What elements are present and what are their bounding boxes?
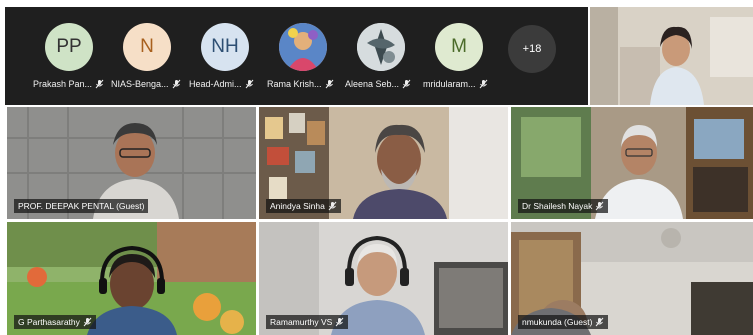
participant-item[interactable]: Aleena Seb... [343,7,421,105]
video-tile[interactable]: Dr Shailesh Nayak [511,107,753,219]
video-tile[interactable]: Anindya Sinha [259,107,508,219]
participant-name-label: G Parthasarathy [14,315,96,329]
mic-off-icon [83,317,92,327]
mic-off-icon [95,79,104,89]
participant-name: NIAS-Benga... [111,79,169,89]
mic-off-icon [595,201,604,211]
video-tile[interactable]: PROF. DEEPAK PENTAL (Guest) [7,107,256,219]
participant-name-label: Ramamurthy VS [266,315,349,329]
avatar: M [435,23,483,71]
self-view-tile[interactable] [590,7,753,105]
participant-item[interactable]: Rama Krish... [265,7,343,105]
mic-off-icon [325,79,334,89]
mic-off-icon [335,317,344,327]
participant-item[interactable]: N NIAS-Benga... [109,7,187,105]
participant-item[interactable]: PP Prakash Pan... [31,7,109,105]
video-tile[interactable]: nmukunda (Guest) [511,222,753,335]
mic-off-icon [479,79,488,89]
mic-off-icon [328,201,337,211]
avatar-photo [357,23,405,71]
video-tile[interactable]: Ramamurthy VS [259,222,508,335]
participants-strip: PP Prakash Pan... N NIAS-Benga... NH Hea… [5,7,588,105]
mic-off-icon [595,317,604,327]
participant-name: mridularam... [423,79,476,89]
mic-off-icon [172,79,181,89]
participant-name: Prakash Pan... [33,79,93,89]
participant-name-label: Dr Shailesh Nayak [518,199,609,213]
participant-name: Head-Admi... [189,79,242,89]
video-call-window: PP Prakash Pan... N NIAS-Benga... NH Hea… [0,0,753,335]
avatar: NH [201,23,249,71]
participant-item[interactable]: NH Head-Admi... [187,7,265,105]
video-tile[interactable]: G Parthasarathy [7,222,256,335]
participant-name-label: Anindya Sinha [266,199,341,213]
avatar-photo [279,23,327,71]
participant-name: Aleena Seb... [345,79,400,89]
more-participants-button[interactable]: +18 [508,25,556,73]
avatar: PP [45,23,93,71]
mic-off-icon [245,79,254,89]
participant-name-label: PROF. DEEPAK PENTAL (Guest) [14,199,149,213]
participant-name: Rama Krish... [267,79,322,89]
mic-off-icon [402,79,411,89]
participant-name-label: nmukunda (Guest) [518,315,609,329]
participant-item[interactable]: M mridularam... [421,7,499,105]
avatar: N [123,23,171,71]
